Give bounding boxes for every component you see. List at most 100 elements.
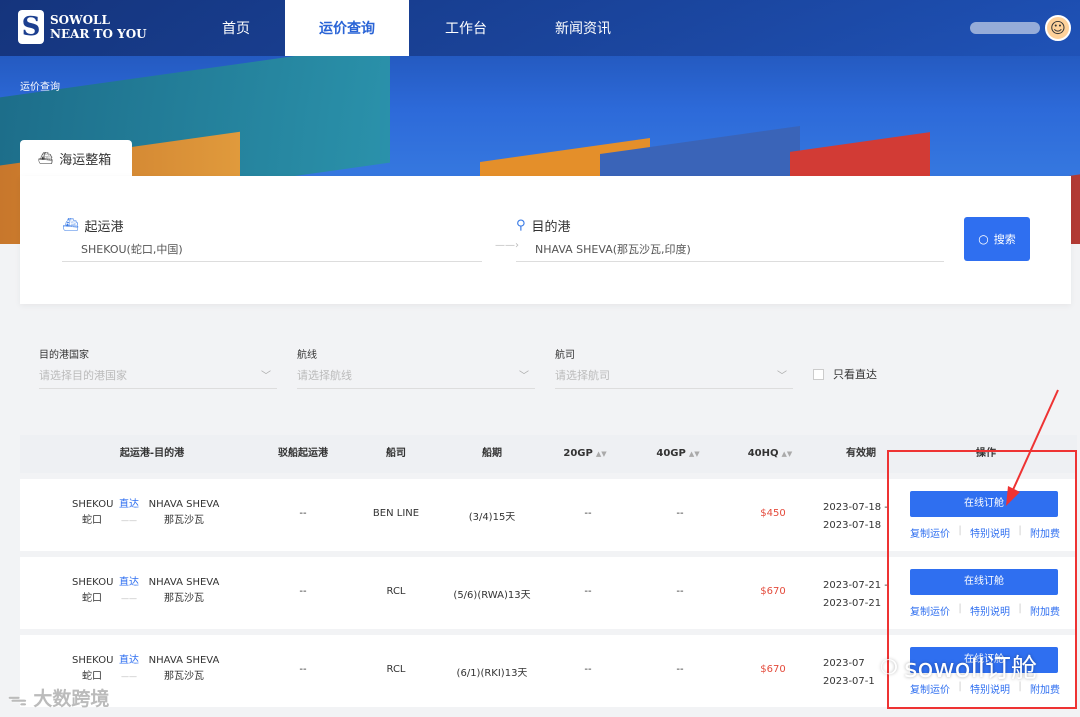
watermark-bottom-right: ❍ sowoll订舱 [880, 648, 1037, 685]
divider: | [958, 603, 962, 614]
direct-only-label: 只看直达 [833, 368, 877, 381]
gp20-cell: -- [584, 508, 592, 519]
valid-to: 2023-07-18 [823, 520, 882, 531]
gp40-cell: -- [676, 508, 684, 519]
dest-en: NHAVA SHEVA [148, 577, 220, 588]
barge-cell: -- [299, 586, 307, 597]
hq40-cell: $670 [760, 664, 786, 675]
origin-cn: 蛇口 [82, 515, 102, 526]
table-row: SHEKOU 蛇口 直达 —— NHAVA SHEVA 那瓦沙瓦 -- RCL (5/… [20, 557, 1077, 629]
divider: | [1018, 603, 1022, 614]
chevron-down-icon: ﹀ [261, 371, 271, 382]
filter-placeholder[interactable]: 请选择航线 [297, 369, 352, 382]
direct-link[interactable]: 直达 [117, 497, 141, 513]
origin-en: SHEKOU [72, 499, 114, 510]
checkbox[interactable] [813, 368, 824, 380]
ship-icon: ⛴ [62, 218, 79, 233]
special-notes-link[interactable]: 特别说明 [970, 603, 1010, 618]
col-40hq-label: 40HQ [747, 448, 779, 459]
top-navbar: S SOWOLL NEAR TO YOU 首页 运价查询 工作台 新闻资讯 ☺ [0, 0, 1080, 56]
direct-only-checkbox[interactable]: 只看直达 [813, 366, 877, 382]
surcharge-link[interactable]: 附加费 [1030, 525, 1060, 540]
col-actions: 操作 [976, 448, 996, 459]
schedule-cell: (6/1)(RKI)13天 [456, 668, 528, 679]
col-40hq[interactable]: 40HQ ▲▼ [748, 435, 793, 473]
dest-cn: 那瓦沙瓦 [164, 671, 204, 682]
hq40-cell: $450 [760, 508, 786, 519]
copy-rate-link[interactable]: 复制运价 [910, 603, 950, 618]
barge-cell: -- [299, 664, 307, 675]
divider: | [958, 525, 962, 536]
avatar[interactable]: ☺ [1045, 15, 1071, 41]
filter-carrier[interactable]: 航司 请选择航司 ﹀ [555, 346, 793, 389]
valid-from: 2023-07 [823, 658, 865, 669]
route-line: —— [121, 594, 137, 603]
col-20gp-label: 20GP [563, 448, 593, 459]
logo-mark: S [18, 10, 44, 44]
valid-from: 2023-07-18 - [823, 502, 888, 513]
schedule-cell: (5/6)(RWA)13天 [453, 590, 531, 601]
logo[interactable]: S SOWOLL NEAR TO YOU [18, 10, 147, 44]
sort-icon[interactable]: ▲▼ [689, 450, 700, 458]
filter-label: 航线 [297, 350, 317, 361]
nav-workbench[interactable]: 工作台 [426, 0, 506, 56]
validity-cell: 2023-07-18 - 2023-07-18 [823, 499, 888, 535]
col-40gp[interactable]: 40GP ▲▼ [656, 435, 699, 473]
tab-sea-fcl[interactable]: ⛴ 海运整箱 [20, 140, 132, 176]
origin-port[interactable]: ⛴ 起运港 SHEKOU(蛇口,中国) [62, 216, 183, 257]
wechat-icon: ❍ [880, 654, 898, 679]
chevron-down-icon: ﹀ [777, 371, 787, 382]
valid-to: 2023-07-21 [823, 598, 882, 609]
dest-underline [516, 261, 944, 262]
table-row: SHEKOU 蛇口 直达 —— NHAVA SHEVA 那瓦沙瓦 -- BEN LIN… [20, 479, 1077, 551]
origin-value[interactable]: SHEKOU(蛇口,中国) [62, 241, 183, 257]
dest-en: NHAVA SHEVA [148, 655, 220, 666]
schedule-cell: (3/4)15天 [468, 512, 516, 523]
table-header: 起运港-目的港 驳船起运港 船司 船期 20GP ▲▼ 40GP ▲▼ 40HQ ▲▼… [20, 435, 1077, 473]
route-line: —— [121, 516, 137, 525]
gp20-cell: -- [584, 586, 592, 597]
filter-placeholder[interactable]: 请选择目的港国家 [39, 369, 127, 382]
divider: | [1018, 525, 1022, 536]
sort-icon[interactable]: ▲▼ [782, 450, 793, 458]
row-actions: 复制运价 | 特别说明 | 附加费 [910, 603, 1060, 618]
surcharge-link[interactable]: 附加费 [1030, 603, 1060, 618]
filter-label: 航司 [555, 350, 575, 361]
direct-link[interactable]: 直达 [117, 575, 141, 591]
logo-text: SOWOLL NEAR TO YOU [50, 13, 147, 41]
dest-en: NHAVA SHEVA [148, 499, 220, 510]
logo-line1: SOWOLL [50, 13, 110, 27]
watermark-bottom-left: ᯓ 大数跨境 [8, 684, 109, 711]
ship-icon: ⛴ [38, 151, 54, 165]
direct-link[interactable]: 直达 [117, 653, 141, 669]
search-button-label: 搜索 [993, 233, 1016, 246]
copy-rate-link[interactable]: 复制运价 [910, 525, 950, 540]
barge-cell: -- [299, 508, 307, 519]
dest-cn: 那瓦沙瓦 [164, 593, 204, 604]
chevron-down-icon: ﹀ [519, 371, 529, 382]
col-20gp[interactable]: 20GP ▲▼ [563, 435, 606, 473]
carrier-cell: RCL [386, 664, 406, 675]
nav-news[interactable]: 新闻资讯 [543, 0, 623, 56]
search-button[interactable]: ○ 搜索 [964, 217, 1030, 261]
special-notes-link[interactable]: 特别说明 [970, 525, 1010, 540]
logo-line2: NEAR TO YOU [50, 27, 147, 41]
filter-route[interactable]: 航线 请选择航线 ﹀ [297, 346, 535, 389]
book-online-button[interactable]: 在线订舱 [910, 569, 1058, 595]
destination-port[interactable]: ⚲ 目的港 NHAVA SHEVA(那瓦沙瓦,印度) [516, 216, 691, 257]
col-carrier: 船司 [386, 448, 406, 459]
nav-home[interactable]: 首页 [196, 0, 276, 56]
search-card: ⛴ 起运港 SHEKOU(蛇口,中国) ——› ⚲ 目的港 NHAVA SHEVA(… [20, 176, 1071, 304]
dest-value[interactable]: NHAVA SHEVA(那瓦沙瓦,印度) [516, 241, 691, 257]
filter-placeholder[interactable]: 请选择航司 [555, 369, 610, 382]
filter-dest-country[interactable]: 目的港国家 请选择目的港国家 ﹀ [39, 346, 277, 389]
book-online-button[interactable]: 在线订舱 [910, 491, 1058, 517]
sort-icon[interactable]: ▲▼ [596, 450, 607, 458]
nav-rate-query[interactable]: 运价查询 [285, 0, 409, 56]
col-barge: 驳船起运港 [278, 448, 328, 459]
row-actions: 复制运价 | 特别说明 | 附加费 [910, 525, 1060, 540]
tab-label: 海运整箱 [59, 152, 112, 168]
valid-to: 2023-07-1 [823, 676, 875, 687]
filter-label: 目的港国家 [39, 350, 89, 361]
username-blurred[interactable] [970, 22, 1040, 34]
